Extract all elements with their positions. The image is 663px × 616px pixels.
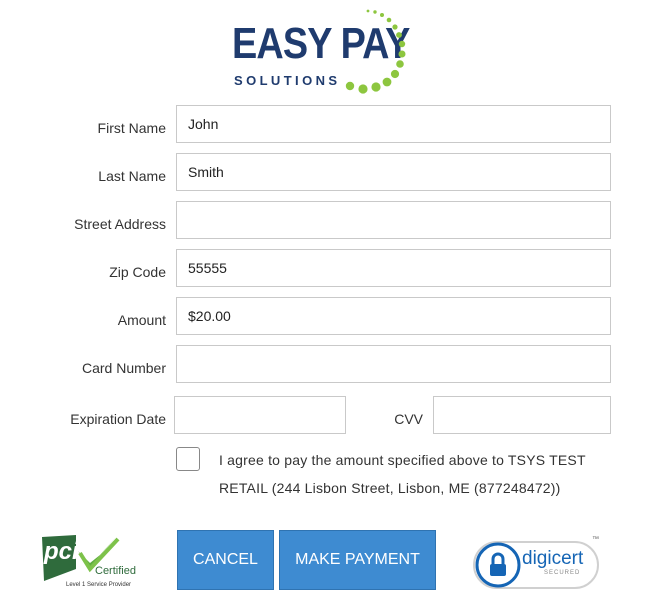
zip-code-input[interactable] xyxy=(176,249,611,287)
card-number-input[interactable] xyxy=(176,345,611,383)
agree-checkbox[interactable] xyxy=(176,447,200,471)
logo-dots-icon xyxy=(345,9,406,94)
street-address-input[interactable] xyxy=(176,201,611,239)
easy-pay-logo: EASY PAY SOLUTIONS xyxy=(232,8,412,98)
digicert-tm-text: ™ xyxy=(592,536,599,543)
digicert-brand-text: digicert xyxy=(522,548,584,569)
last-name-label: Last Name xyxy=(98,168,166,184)
zip-code-label: Zip Code xyxy=(109,264,166,280)
card-number-label: Card Number xyxy=(81,360,166,376)
pci-caption-text: Level 1 Service Provider xyxy=(66,582,132,588)
cvv-label: CVV xyxy=(394,411,423,427)
digicert-secured-text: SECURED xyxy=(544,570,581,576)
amount-input[interactable] xyxy=(176,297,611,335)
pci-logo-text: pci xyxy=(44,538,79,565)
cancel-button[interactable]: CANCEL xyxy=(177,530,274,590)
agree-text: I agree to pay the amount specified abov… xyxy=(219,452,586,496)
first-name-input[interactable] xyxy=(176,105,611,143)
first-name-label: First Name xyxy=(97,120,166,136)
amount-label: Amount xyxy=(117,312,166,328)
expiration-date-label: Expiration Date xyxy=(70,411,166,427)
pci-certified-text: Certified xyxy=(95,565,136,577)
pci-certified-badge: pci Certified Level 1 Service Provider xyxy=(40,533,140,591)
digicert-secured-badge: digicert ™ SECURED xyxy=(472,536,602,592)
make-payment-button[interactable]: MAKE PAYMENT xyxy=(279,530,436,590)
cvv-input[interactable] xyxy=(433,396,611,434)
street-address-label: Street Address xyxy=(74,216,166,232)
last-name-input[interactable] xyxy=(176,153,611,191)
expiration-date-input[interactable] xyxy=(174,396,346,434)
